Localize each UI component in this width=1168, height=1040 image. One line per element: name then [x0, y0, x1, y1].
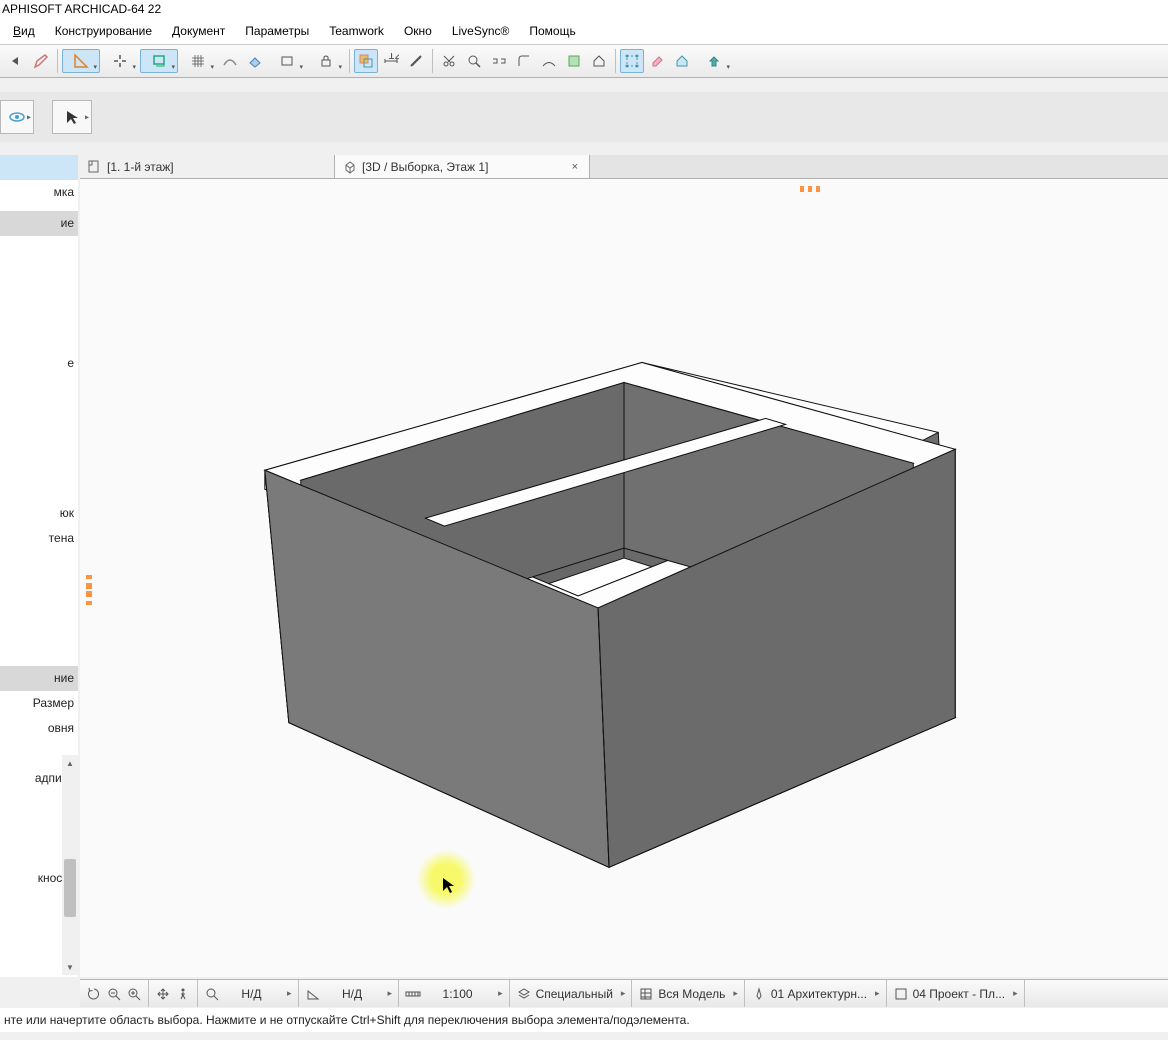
- tab-3d-label: [3D / Выборка, Этаж 1]: [362, 160, 488, 174]
- model-icon: [638, 986, 654, 1002]
- zoom-value-1: Н/Д: [224, 987, 279, 1001]
- cube-3d-icon: [343, 160, 357, 174]
- menu-teamwork[interactable]: Teamwork: [321, 21, 392, 41]
- house-icon[interactable]: [587, 49, 611, 73]
- menu-options[interactable]: Параметры: [237, 21, 317, 41]
- walk-icon[interactable]: [175, 986, 191, 1002]
- find-icon[interactable]: [462, 49, 486, 73]
- sidebar-section2-header[interactable]: ние: [0, 666, 78, 691]
- sidebar: мка ие е юк тена ние Размер овня адпись …: [0, 155, 78, 977]
- angle[interactable]: Н/Д ▸: [299, 980, 400, 1007]
- trace-icon[interactable]: [354, 49, 378, 73]
- pan-icon[interactable]: [155, 986, 171, 1002]
- angle-value: Н/Д: [325, 987, 380, 1001]
- menu-livesync[interactable]: LiveSync®: [444, 21, 518, 41]
- sub-toolbar: [0, 92, 1168, 142]
- zone-icon[interactable]: [562, 49, 586, 73]
- lock-icon[interactable]: [307, 49, 345, 73]
- menu-bar: ВВидид Конструирование ДокументДокумент …: [0, 18, 1168, 44]
- eraser-icon[interactable]: [645, 49, 669, 73]
- scale-value: 1:100: [425, 987, 490, 1001]
- zoom-in-icon[interactable]: [126, 986, 142, 1002]
- zoom-controls[interactable]: [80, 980, 149, 1007]
- tab-floor-1[interactable]: [1. 1-й этаж]: [80, 155, 335, 178]
- magnifier-icon: [204, 986, 220, 1002]
- pen-icon: [751, 986, 767, 1002]
- pencil-icon[interactable]: [29, 49, 53, 73]
- tab-close-icon[interactable]: ×: [569, 161, 581, 173]
- guidelines-icon[interactable]: [62, 49, 100, 73]
- publish-icon[interactable]: [695, 49, 733, 73]
- snap-icon[interactable]: [101, 49, 139, 73]
- layers-combo[interactable]: Специальный ▸: [510, 980, 633, 1007]
- curve-icon[interactable]: [218, 49, 242, 73]
- sidebar-more-1[interactable]: тена: [0, 526, 78, 551]
- renovation-icon[interactable]: [670, 49, 694, 73]
- model-value: Вся Модель: [658, 987, 725, 1001]
- app-title: APHISOFT ARCHICAD-64 22: [2, 2, 161, 16]
- penset-combo[interactable]: 01 Архитектурн... ▸: [745, 980, 887, 1007]
- hint-text: нте или начертите область выбора. Нажмит…: [4, 1013, 690, 1027]
- sidebar-mid-0[interactable]: е: [0, 351, 78, 376]
- arrow-pointer-icon[interactable]: [52, 100, 92, 134]
- dimension-icon[interactable]: 12: [379, 49, 403, 73]
- fillet-icon[interactable]: [512, 49, 536, 73]
- document-tabs: [1. 1-й этаж] [3D / Выборка, Этаж 1] ×: [80, 155, 1168, 179]
- menu-window[interactable]: Окно: [396, 21, 440, 41]
- sidebar-item-0[interactable]: [0, 155, 78, 180]
- floor-plan-icon: [88, 160, 102, 174]
- title-bar: APHISOFT ARCHICAD-64 22: [0, 0, 1168, 18]
- menu-help[interactable]: Помощь: [521, 21, 583, 41]
- project-value: 04 Проект - Пл...: [913, 987, 1006, 1001]
- 3d-model: [80, 179, 1168, 977]
- sidebar-s2-1[interactable]: овня: [0, 716, 78, 741]
- measure-icon[interactable]: [404, 49, 428, 73]
- navigation-controls[interactable]: [149, 980, 198, 1007]
- zoom-percent[interactable]: Н/Д ▸: [198, 980, 299, 1007]
- sidebar-mid-1[interactable]: [0, 376, 78, 401]
- sidebar-s2-0[interactable]: Размер: [0, 691, 78, 716]
- svg-text:12: 12: [388, 53, 399, 62]
- tab-floor-1-label: [1. 1-й этаж]: [107, 160, 174, 174]
- 3d-viewport[interactable]: [80, 179, 1168, 977]
- plane-icon[interactable]: [243, 49, 267, 73]
- layer-icon[interactable]: [140, 49, 178, 73]
- penset-value: 01 Архитектурн...: [771, 987, 867, 1001]
- sheet-icon: [893, 986, 909, 1002]
- sidebar-scrollbar[interactable]: ▲ ▼: [62, 755, 78, 975]
- trim-icon[interactable]: [537, 49, 561, 73]
- undo-icon[interactable]: [4, 49, 28, 73]
- main-toolbar: 12: [0, 44, 1168, 78]
- sidebar-item-2[interactable]: ие: [0, 211, 78, 236]
- layers-value: Специальный: [536, 987, 613, 1001]
- menu-view[interactable]: ВВидид: [5, 21, 43, 41]
- zoom-out-icon[interactable]: [106, 986, 122, 1002]
- selection-box-icon[interactable]: [620, 49, 644, 73]
- sidebar-item-1[interactable]: мка: [0, 180, 78, 205]
- model-combo[interactable]: Вся Модель ▸: [632, 980, 744, 1007]
- refresh-icon[interactable]: [86, 986, 102, 1002]
- scale-icon: [405, 986, 421, 1002]
- project-combo[interactable]: 04 Проект - Пл... ▸: [887, 980, 1025, 1007]
- hint-bar: нте или начертите область выбора. Нажмит…: [0, 1008, 1168, 1032]
- scale[interactable]: 1:100 ▸: [399, 980, 510, 1007]
- break-icon[interactable]: [487, 49, 511, 73]
- layers-icon: [516, 986, 532, 1002]
- menu-design[interactable]: Конструирование: [47, 21, 160, 41]
- content-area: [1. 1-й этаж] [3D / Выборка, Этаж 1] ×: [80, 155, 1168, 977]
- marker-icon: [800, 186, 824, 192]
- marker-icon: [86, 585, 92, 605]
- grid-icon[interactable]: [179, 49, 217, 73]
- tab-3d[interactable]: [3D / Выборка, Этаж 1] ×: [335, 155, 590, 178]
- menu-document[interactable]: ДокументДокумент: [164, 21, 233, 41]
- status-bar: Н/Д ▸ Н/Д ▸ 1:100 ▸ Специальный ▸ Вся Мо…: [80, 979, 1168, 1007]
- sidebar-more-0[interactable]: юк: [0, 501, 78, 526]
- wall-icon[interactable]: [268, 49, 306, 73]
- angle-icon: [305, 986, 321, 1002]
- cut-icon[interactable]: [437, 49, 461, 73]
- eye-icon[interactable]: [0, 100, 34, 134]
